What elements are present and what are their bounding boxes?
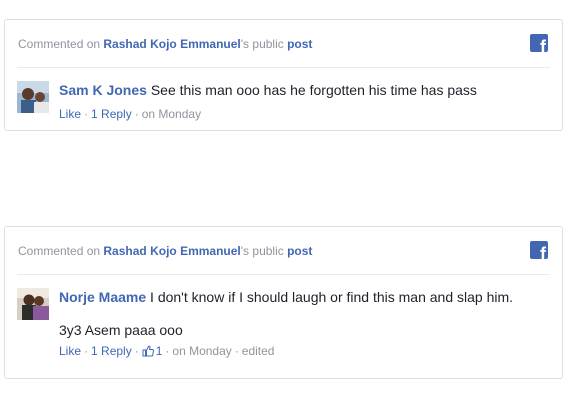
header-text: Commented on Rashad Kojo Emmanuel's publ… bbox=[18, 37, 312, 51]
header-prefix: Commented on bbox=[18, 37, 101, 51]
post-owner-link[interactable]: Rashad Kojo Emmanuel bbox=[103, 244, 240, 258]
comment-body: Norje Maame I don't know if I should lau… bbox=[59, 288, 550, 359]
activity-card: Commented on Rashad Kojo Emmanuel's publ… bbox=[4, 226, 563, 379]
header-possessive: 's public bbox=[240, 244, 284, 258]
post-owner-link[interactable]: Rashad Kojo Emmanuel bbox=[103, 37, 240, 51]
edited-label[interactable]: edited bbox=[242, 344, 275, 358]
post-link[interactable]: post bbox=[287, 244, 312, 258]
activity-card: Commented on Rashad Kojo Emmanuel's publ… bbox=[4, 19, 563, 131]
avatar[interactable] bbox=[17, 288, 49, 320]
card-header: Commented on Rashad Kojo Emmanuel's publ… bbox=[17, 20, 550, 68]
comment-text-line2: 3y3 Asem paaa ooo bbox=[59, 322, 183, 338]
comment-timestamp[interactable]: on Monday bbox=[142, 107, 201, 121]
facebook-icon[interactable]: f bbox=[530, 34, 548, 52]
thumbs-up-icon bbox=[142, 345, 154, 357]
like-count[interactable]: 1 bbox=[142, 344, 163, 358]
reply-link[interactable]: 1 Reply bbox=[91, 344, 132, 358]
card-header: Commented on Rashad Kojo Emmanuel's publ… bbox=[17, 227, 550, 275]
header-text: Commented on Rashad Kojo Emmanuel's publ… bbox=[18, 244, 312, 258]
facebook-icon[interactable]: f bbox=[530, 241, 548, 259]
comment-actions: Like · 1 Reply · 1 · on Monday · edited bbox=[59, 344, 275, 358]
comment-text: I don't know if I should laugh or find t… bbox=[150, 289, 514, 305]
comment-author[interactable]: Sam K Jones bbox=[59, 82, 147, 98]
comment-author[interactable]: Norje Maame bbox=[59, 289, 146, 305]
post-link[interactable]: post bbox=[287, 37, 312, 51]
like-count-value: 1 bbox=[155, 344, 163, 358]
header-prefix: Commented on bbox=[18, 244, 101, 258]
avatar[interactable] bbox=[17, 81, 49, 113]
like-link[interactable]: Like bbox=[59, 107, 81, 121]
comment-body: Sam K Jones See this man ooo has he forg… bbox=[59, 81, 550, 99]
comment-actions: Like · 1 Reply · on Monday bbox=[59, 107, 202, 121]
reply-link[interactable]: 1 Reply bbox=[91, 107, 132, 121]
like-link[interactable]: Like bbox=[59, 344, 81, 358]
comment-timestamp[interactable]: on Monday bbox=[172, 344, 231, 358]
header-possessive: 's public bbox=[240, 37, 284, 51]
comment-text: See this man ooo has he forgotten his ti… bbox=[150, 82, 477, 98]
